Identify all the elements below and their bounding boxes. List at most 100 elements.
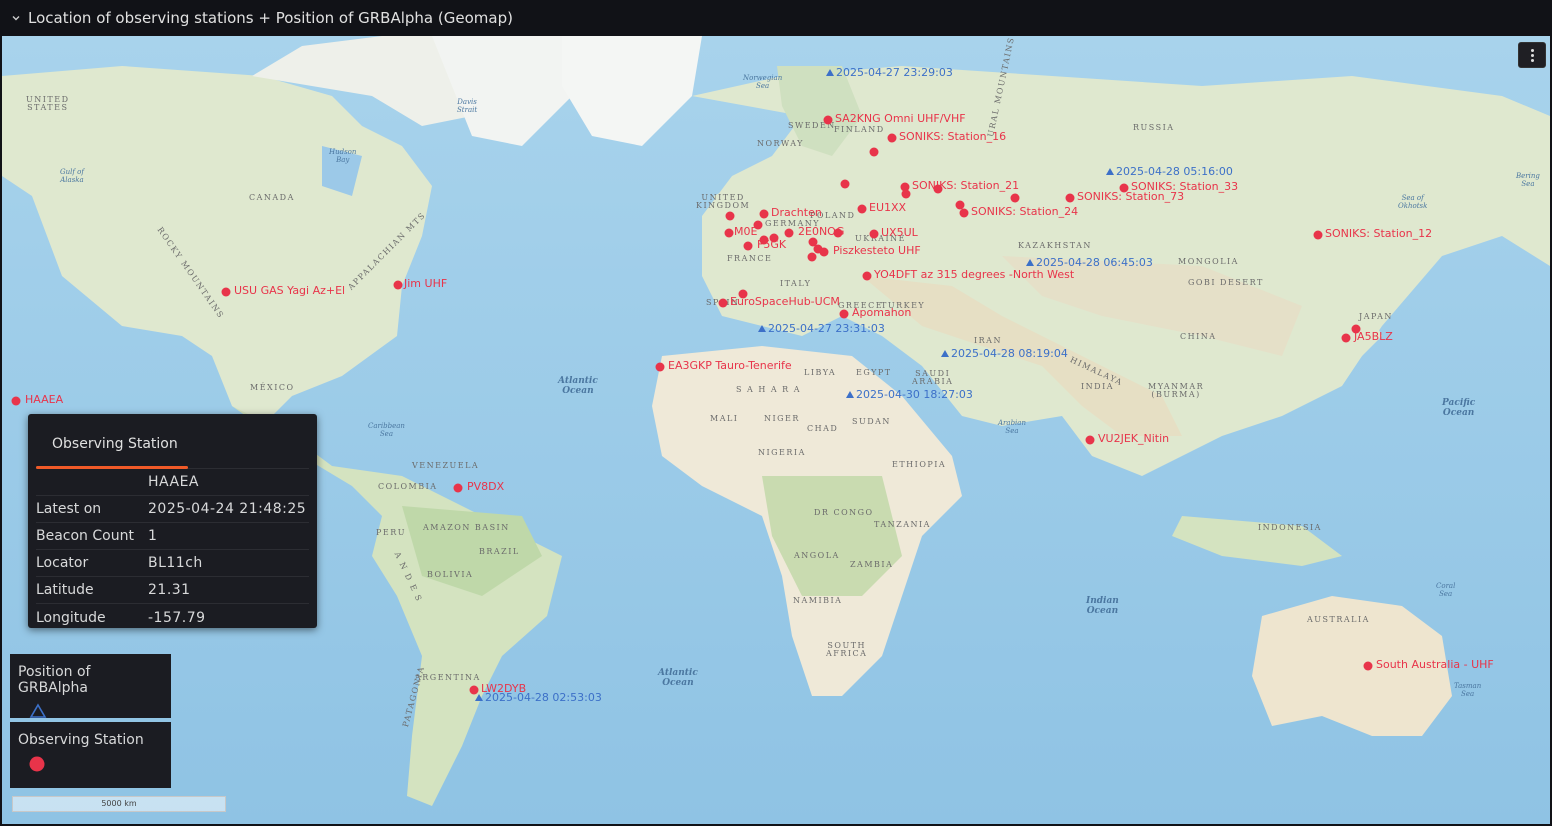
satellite-label: 2025-04-28 02:53:03: [485, 691, 602, 704]
station-marker[interactable]: [887, 133, 897, 143]
tooltip-value: BL11ch: [148, 555, 203, 571]
station-label: EA3GKP Tauro-Tenerife: [668, 359, 792, 372]
station-label: Drachten: [771, 206, 822, 219]
station-marker[interactable]: [655, 362, 665, 372]
tooltip-rows: HAAEA Latest on 2025-04-24 21:48:25 Beac…: [36, 468, 309, 631]
satellite-label: 2025-04-28 08:19:04: [951, 347, 1068, 360]
station-label: Jim UHF: [404, 277, 448, 290]
station-marker[interactable]: [759, 209, 769, 219]
tooltip-row: Beacon Count 1: [36, 523, 309, 550]
tooltip-key: Beacon Count: [36, 528, 134, 544]
tooltip-key: Latest on: [36, 501, 102, 517]
station-label: SONIKS: Station_12: [1325, 227, 1433, 240]
station-label: VU2JEK_Nitin: [1098, 432, 1170, 445]
station-marker[interactable]: [1065, 193, 1075, 203]
station-marker[interactable]: [857, 204, 867, 214]
menu-dot: [1530, 48, 1534, 52]
station-label: EU1XX: [869, 201, 907, 214]
station-tooltip: Observing Station HAAEA Latest on 2025-0…: [28, 414, 317, 628]
station-marker[interactable]: [807, 252, 817, 262]
legend-station: Observing Station: [10, 722, 171, 788]
station-label: UX5UL: [881, 226, 918, 239]
station-marker[interactable]: [1341, 333, 1351, 343]
station-label: South Australia - UHF: [1376, 658, 1494, 671]
satellite-marker[interactable]: [1106, 168, 1114, 175]
station-label: SONIKS: Station_21: [912, 179, 1020, 192]
station-marker[interactable]: [869, 229, 879, 239]
station-marker[interactable]: [959, 208, 969, 218]
station-label: JA5BLZ: [1354, 330, 1393, 343]
station-marker[interactable]: [11, 396, 21, 406]
panel-menu-button[interactable]: [1518, 42, 1546, 68]
station-marker[interactable]: [1085, 435, 1095, 445]
legend-station-title: Observing Station: [18, 732, 144, 748]
station-marker[interactable]: [839, 309, 849, 319]
station-marker[interactable]: [901, 189, 911, 199]
station-label: 2E0NOG: [798, 225, 845, 238]
station-label: HAAEA: [25, 393, 64, 406]
station-marker[interactable]: [1313, 230, 1323, 240]
satellite-label: 2025-04-30 18:27:03: [856, 388, 973, 401]
station-label: Apomahon: [852, 306, 912, 319]
tooltip-value: -157.79: [148, 609, 206, 626]
station-label: SA2KNG Omni UHF/VHF: [835, 112, 966, 125]
tooltip-key: Locator: [36, 555, 89, 571]
legend-satellite-title: Position of GRBAlpha: [18, 664, 91, 696]
legend-satellite: Position of GRBAlpha: [10, 654, 171, 718]
tooltip-row: Locator BL11ch: [36, 550, 309, 577]
station-marker[interactable]: [725, 211, 735, 221]
satellite-marker[interactable]: [826, 69, 834, 76]
panel-title[interactable]: Location of observing stations + Positio…: [28, 9, 513, 27]
satellite-marker[interactable]: [475, 694, 483, 701]
satellite-marker[interactable]: [941, 350, 949, 357]
station-marker[interactable]: [453, 483, 463, 493]
station-marker[interactable]: [469, 685, 479, 695]
station-label: PV8DX: [467, 480, 505, 493]
station-marker[interactable]: [813, 244, 823, 254]
station-marker[interactable]: [1363, 661, 1373, 671]
station-marker[interactable]: [724, 228, 734, 238]
tooltip-tab[interactable]: Observing Station: [36, 422, 309, 469]
satellite-label: 2025-04-27 23:29:03: [836, 66, 953, 79]
station-marker[interactable]: [393, 280, 403, 290]
station-marker[interactable]: [221, 287, 231, 297]
satellite-marker[interactable]: [758, 325, 766, 332]
satellite-label: 2025-04-27 23:31:03: [768, 322, 885, 335]
station-label: YO4DFT az 315 degrees -North West: [874, 268, 1075, 281]
map-scale: 5000 km: [12, 796, 226, 812]
chevron-down-icon[interactable]: [8, 10, 24, 26]
satellite-label: 2025-04-28 05:16:00: [1116, 165, 1233, 178]
satellite-marker[interactable]: [1026, 259, 1034, 266]
tooltip-value: HAAEA: [148, 474, 199, 490]
station-marker[interactable]: [862, 271, 872, 281]
tooltip-value: 2025-04-24 21:48:25: [148, 501, 307, 517]
tooltip-key: Longitude: [36, 609, 106, 626]
panel-header: Location of observing stations + Positio…: [0, 0, 1552, 36]
satellite-marker[interactable]: [846, 391, 854, 398]
triangle-icon: [29, 703, 47, 718]
station-marker[interactable]: [840, 179, 850, 189]
circle-icon: [29, 756, 45, 772]
tooltip-value: 21.31: [148, 582, 191, 598]
station-label: SONIKS: Station_33: [1131, 180, 1239, 193]
satellite-label: 2025-04-28 06:45:03: [1036, 256, 1153, 269]
menu-dot: [1530, 58, 1534, 62]
menu-dot: [1530, 53, 1534, 57]
tooltip-row: HAAEA: [36, 469, 309, 496]
tooltip-row: Longitude -157.79: [36, 604, 309, 631]
station-label: SONIKS: Station_24: [971, 205, 1079, 218]
station-marker[interactable]: [743, 241, 753, 251]
station-label: F5GK: [757, 238, 787, 251]
station-label: Piszkesteto UHF: [833, 244, 921, 257]
station-marker[interactable]: [1010, 193, 1020, 203]
station-marker[interactable]: [718, 298, 728, 308]
station-marker[interactable]: [823, 115, 833, 125]
tooltip-value: 1: [148, 528, 158, 544]
station-label: USU GAS Yagi Az+El: [234, 284, 346, 297]
station-marker[interactable]: [869, 147, 879, 157]
station-label: M0E: [734, 225, 758, 238]
station-marker[interactable]: [784, 228, 794, 238]
tooltip-row: Latest on 2025-04-24 21:48:25: [36, 496, 309, 523]
station-marker[interactable]: [955, 200, 965, 210]
tooltip-key: Latitude: [36, 582, 94, 598]
